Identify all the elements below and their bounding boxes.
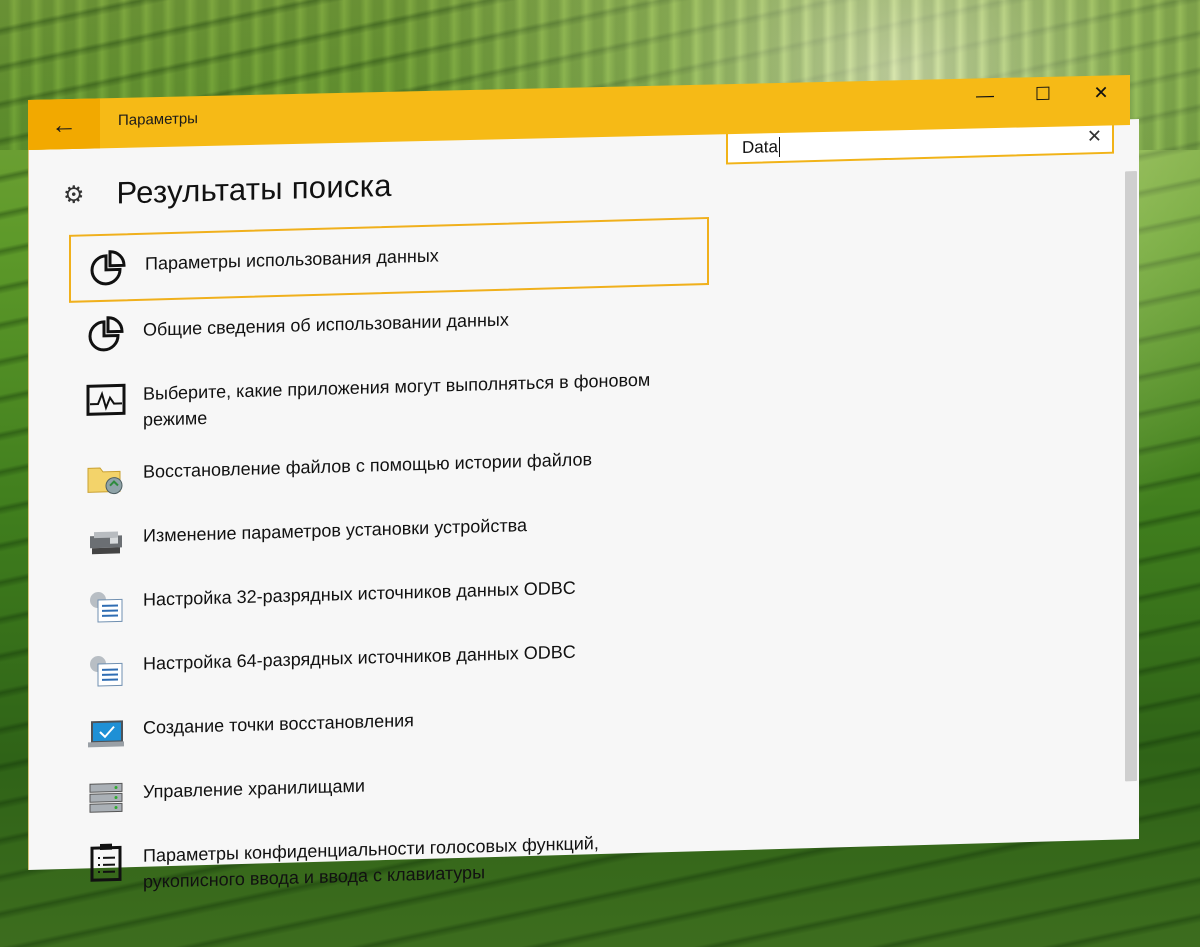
result-label: Настройка 32-разрядных источников данных… bbox=[143, 577, 576, 610]
device-installation-icon bbox=[81, 521, 131, 562]
result-label: Выберите, какие приложения могут выполня… bbox=[143, 369, 651, 430]
file-history-icon bbox=[81, 457, 131, 498]
window-controls: — ☐ ✕ bbox=[956, 75, 1130, 129]
settings-window: ⚙ Результаты поиска Data ✕ Параметры исп… bbox=[0, 0, 1200, 947]
result-item-speech-privacy[interactable]: Параметры конфиденциальности голосовых ф… bbox=[69, 811, 709, 907]
clipboard-checklist-icon bbox=[81, 841, 131, 882]
system-restore-icon bbox=[81, 713, 131, 754]
result-label: Настройка 64-разрядных источников данных… bbox=[143, 641, 576, 674]
maximize-button[interactable]: ☐ bbox=[1014, 76, 1072, 111]
back-arrow-icon: ← bbox=[51, 108, 77, 139]
storage-spaces-icon bbox=[81, 777, 131, 818]
gear-icon: ⚙ bbox=[63, 180, 85, 209]
back-button[interactable]: ← bbox=[28, 98, 100, 150]
activity-monitor-icon bbox=[81, 379, 131, 420]
page-header: ⚙ Результаты поиска bbox=[63, 168, 392, 213]
minimize-button[interactable]: — bbox=[956, 78, 1014, 113]
app-title: Параметры bbox=[118, 110, 198, 129]
pie-chart-icon bbox=[81, 315, 131, 356]
odbc-settings-icon bbox=[81, 649, 131, 690]
clear-icon[interactable]: ✕ bbox=[1087, 126, 1102, 147]
search-results-list: Параметры использования данных Общие све… bbox=[69, 216, 709, 907]
scrollbar[interactable] bbox=[1125, 171, 1137, 782]
result-label: Управление хранилищами bbox=[143, 775, 365, 802]
result-label: Создание точки восстановления bbox=[143, 710, 414, 738]
odbc-settings-icon bbox=[81, 585, 131, 626]
close-button[interactable]: ✕ bbox=[1072, 75, 1130, 110]
result-label: Изменение параметров установки устройств… bbox=[143, 515, 527, 546]
page-title: Результаты поиска bbox=[116, 167, 392, 211]
result-label: Общие сведения об использовании данных bbox=[143, 309, 509, 340]
search-value[interactable]: Data bbox=[742, 136, 780, 159]
pie-chart-icon bbox=[83, 249, 133, 290]
settings-content: ⚙ Результаты поиска Data ✕ Параметры исп… bbox=[28, 118, 1139, 892]
result-label: Параметры использования данных bbox=[145, 245, 439, 274]
result-label: Восстановление файлов с помощью истории … bbox=[143, 449, 593, 482]
result-label: Параметры конфиденциальности голосовых ф… bbox=[143, 833, 599, 892]
